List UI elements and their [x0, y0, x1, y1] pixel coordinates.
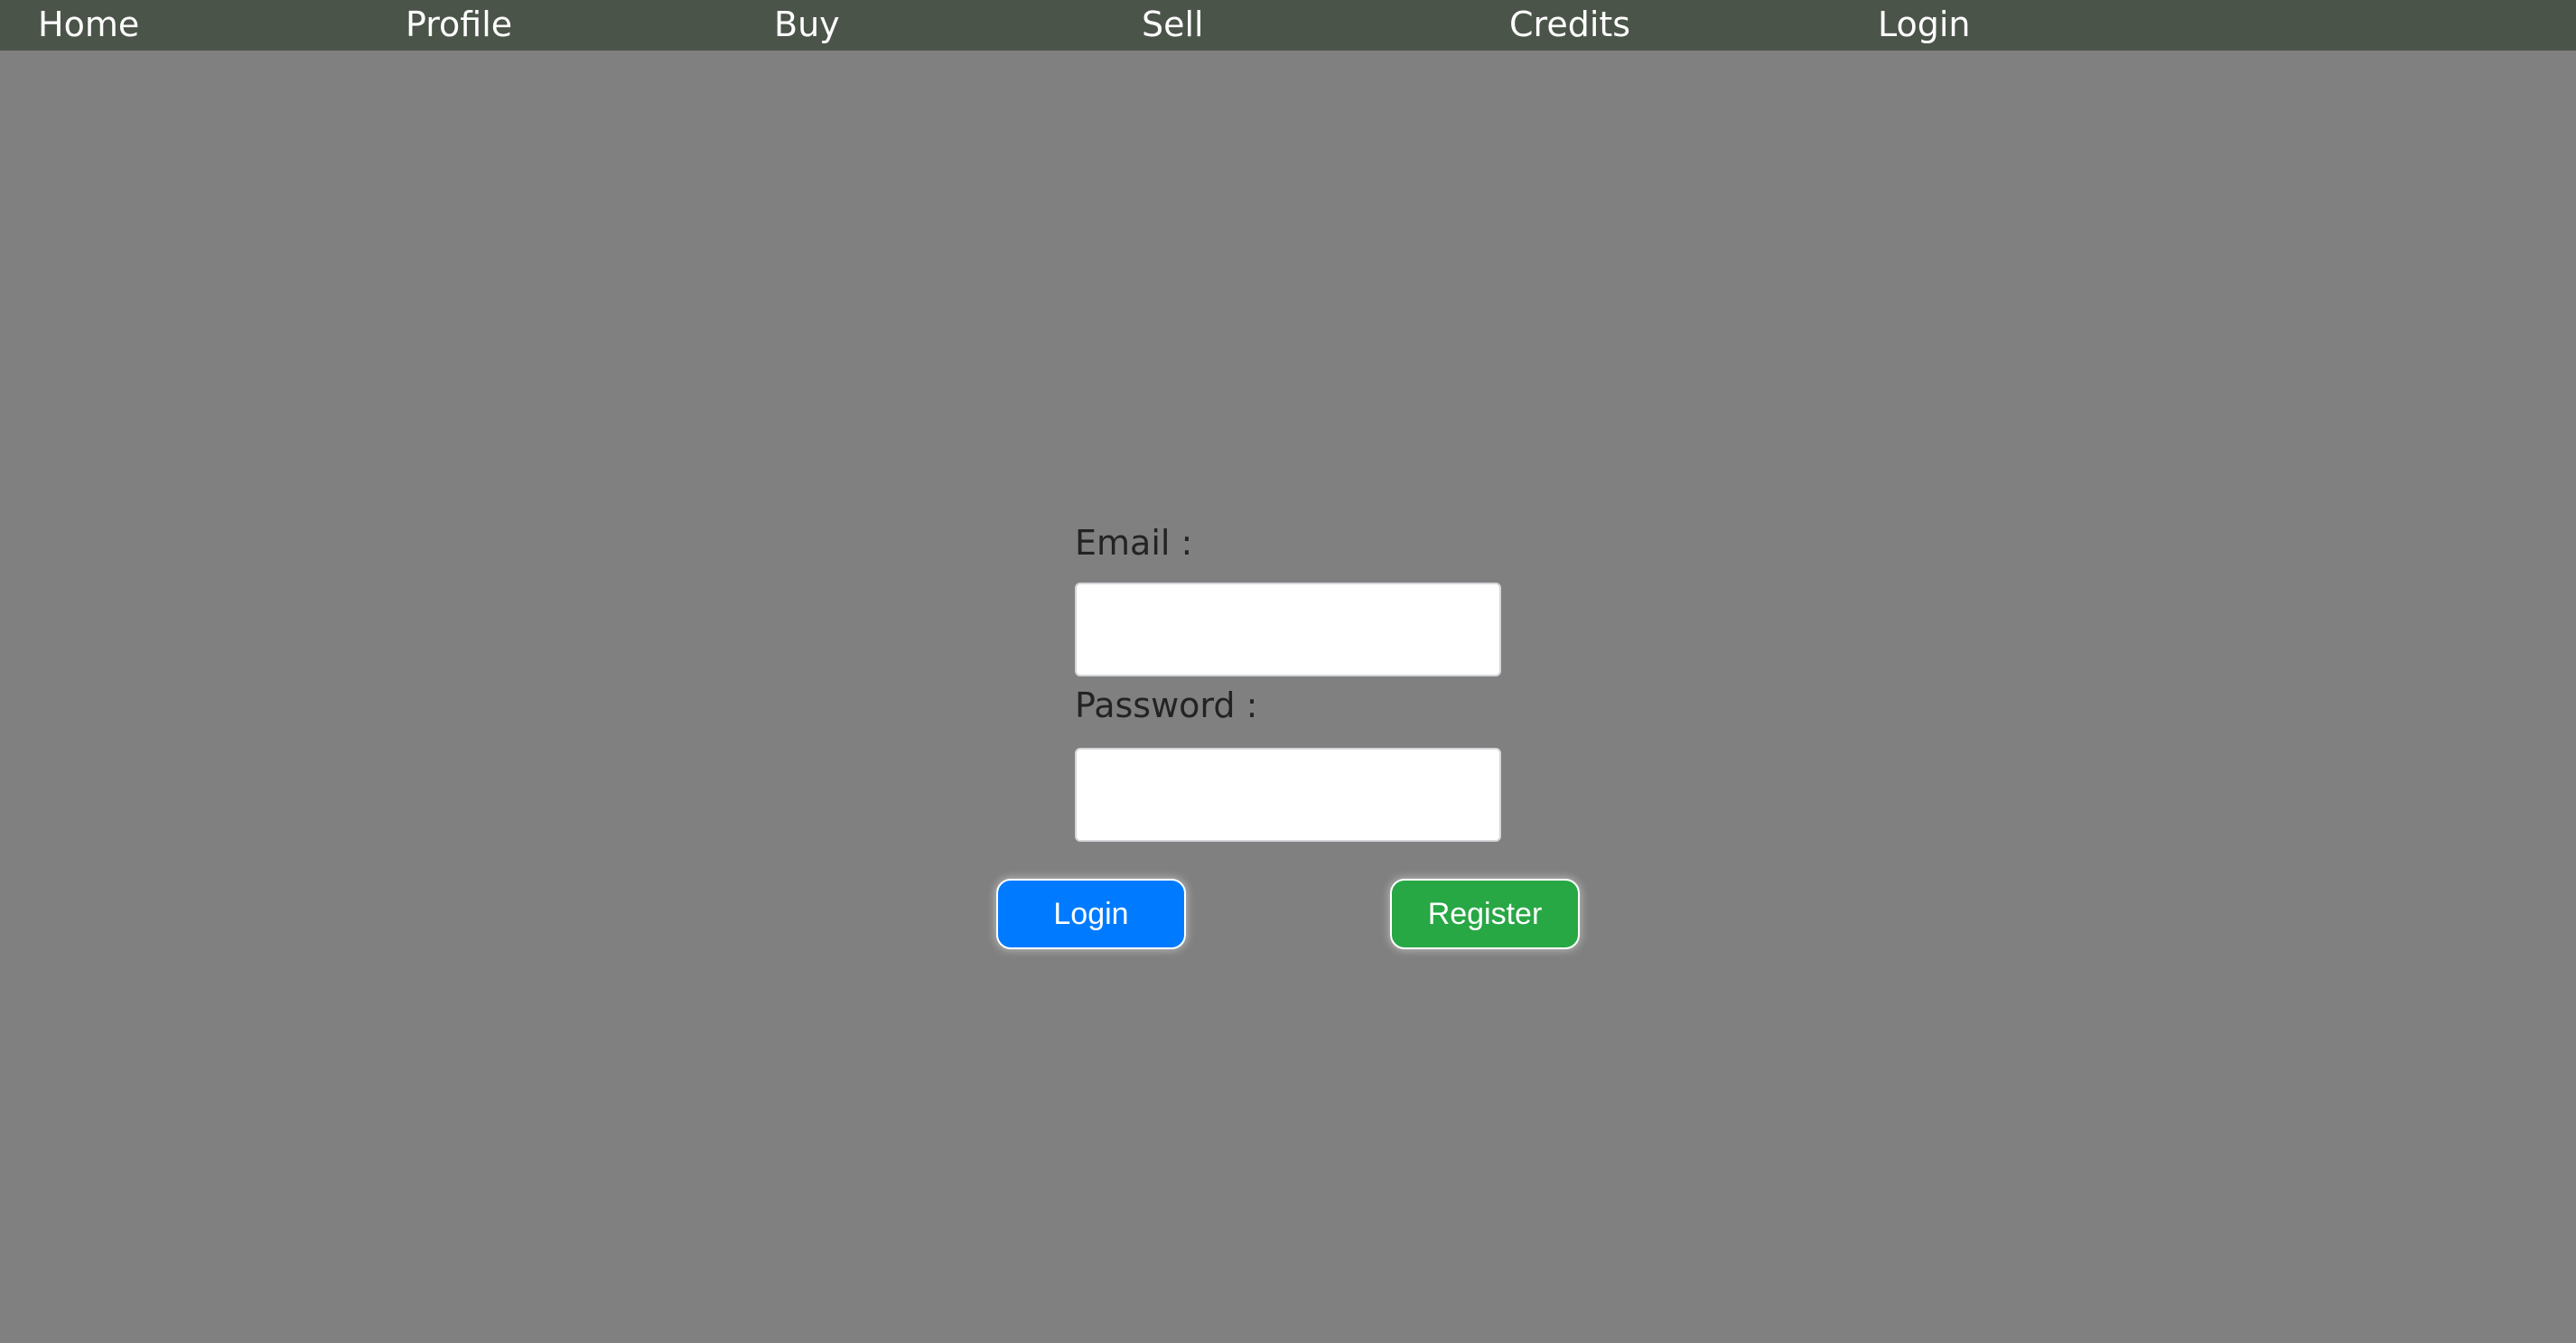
top-navbar: Home Profile Buy Sell Credits Login — [0, 0, 2576, 51]
email-input[interactable] — [1075, 583, 1501, 676]
nav-item-home[interactable]: Home — [38, 0, 139, 51]
nav-item-credits[interactable]: Credits — [1509, 0, 1630, 51]
register-button[interactable]: Register — [1390, 879, 1580, 949]
password-input[interactable] — [1075, 748, 1501, 842]
nav-item-buy[interactable]: Buy — [774, 0, 840, 51]
login-button[interactable]: Login — [996, 879, 1186, 949]
nav-item-login[interactable]: Login — [1878, 0, 1971, 51]
password-label: Password : — [1075, 685, 1258, 725]
nav-item-sell[interactable]: Sell — [1142, 0, 1204, 51]
nav-item-profile[interactable]: Profile — [406, 0, 512, 51]
email-label: Email : — [1075, 523, 1193, 563]
